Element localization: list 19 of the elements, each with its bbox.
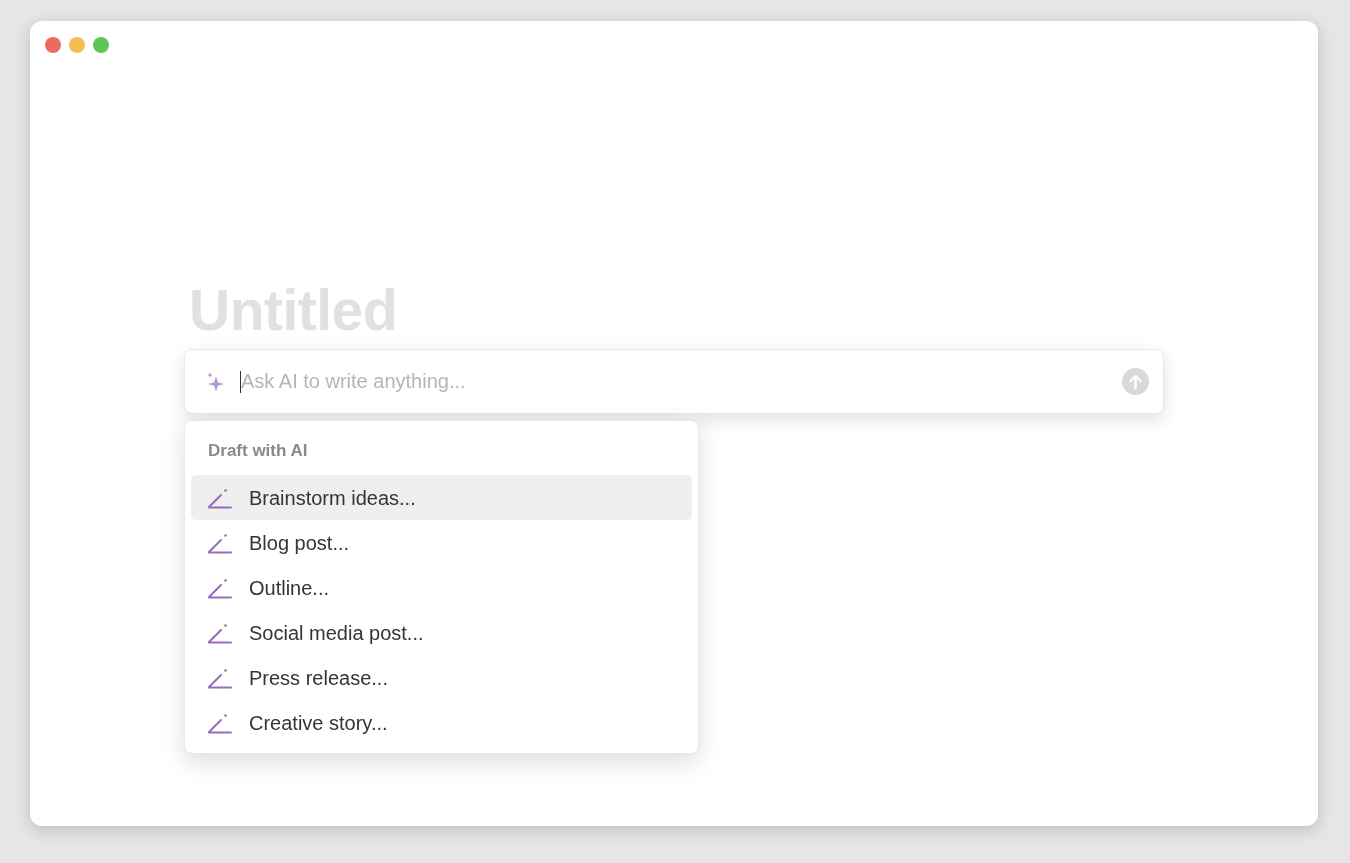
pen-icon [207, 486, 233, 509]
pen-icon [207, 531, 233, 554]
pen-icon [207, 666, 233, 689]
ai-prompt-bar[interactable]: Ask AI to write anything... [184, 349, 1164, 414]
menu-item[interactable]: Social media post... [191, 610, 692, 655]
minimize-window-icon[interactable] [69, 37, 85, 53]
menu-item[interactable]: Blog post... [191, 520, 692, 565]
pen-icon [207, 621, 233, 644]
menu-item[interactable]: Outline... [191, 565, 692, 610]
menu-heading: Draft with AI [207, 440, 309, 462]
pen-icon [207, 576, 233, 599]
zoom-window-icon[interactable] [93, 37, 109, 53]
close-window-icon[interactable] [45, 37, 61, 53]
menu-item[interactable]: Press release... [191, 655, 692, 700]
menu-item[interactable]: Creative story... [191, 700, 692, 745]
send-button[interactable] [1122, 368, 1149, 395]
menu-item[interactable]: Brainstorm ideas... [191, 475, 692, 520]
ai-prompt-field[interactable]: Ask AI to write anything... [241, 361, 1122, 402]
pen-icon [207, 711, 233, 734]
